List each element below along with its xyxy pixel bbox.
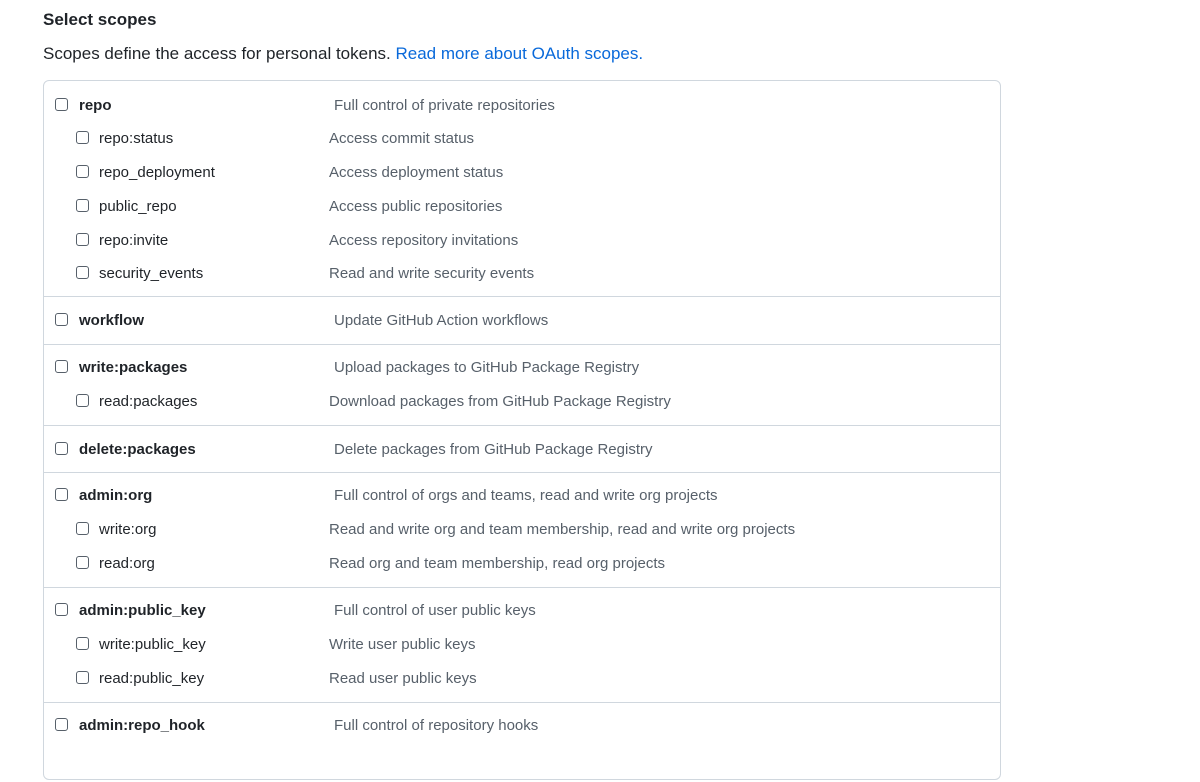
scope-row[interactable]: workflow Update GitHub Action workflows: [44, 312, 1000, 332]
scope-description: Delete packages from GitHub Package Regi…: [334, 441, 653, 458]
subscope-row[interactable]: repo_deployment Access deployment status: [44, 164, 1000, 184]
subscope-checkbox[interactable]: [76, 233, 89, 246]
scope-description: Full control of private repositories: [334, 97, 555, 114]
scope-row[interactable]: repo Full control of private repositorie…: [44, 97, 1000, 117]
scope-group-workflow: workflow Update GitHub Action workflows: [44, 296, 1000, 345]
subscope-name: repo:invite: [99, 232, 169, 249]
scope-row[interactable]: admin:public_key Full control of user pu…: [44, 602, 1000, 622]
subscope-description: Access commit status: [329, 130, 475, 147]
subscope-checkbox[interactable]: [76, 637, 89, 650]
scope-description: Full control of repository hooks: [334, 717, 539, 734]
subscope-row[interactable]: security_events Read and write security …: [44, 265, 1000, 285]
scope-description: Update GitHub Action workflows: [334, 312, 549, 329]
scope-checkbox[interactable]: [55, 488, 68, 501]
subscope-name: security_events: [99, 265, 204, 282]
subscope-row[interactable]: public_repo Access public repositories: [44, 198, 1000, 218]
scope-name: admin:org: [79, 487, 153, 504]
subscope-description: Access repository invitations: [329, 232, 519, 249]
scopes-description: Scopes define the access for personal to…: [43, 44, 643, 64]
scope-group-admin-org: admin:org Full control of orgs and teams…: [44, 472, 1000, 588]
subscope-row[interactable]: read:packages Download packages from Git…: [44, 393, 1000, 413]
subscope-name: repo_deployment: [99, 164, 215, 181]
subscope-name: write:public_key: [99, 636, 206, 653]
scope-checkbox[interactable]: [55, 313, 68, 326]
subscope-description: Write user public keys: [329, 636, 476, 653]
subscope-description: Read and write org and team membership, …: [329, 521, 796, 538]
scope-checkbox[interactable]: [55, 603, 68, 616]
subscope-row[interactable]: write:org Read and write org and team me…: [44, 521, 1000, 541]
subscope-checkbox[interactable]: [76, 671, 89, 684]
subscope-name: repo:status: [99, 130, 174, 147]
subscope-checkbox[interactable]: [76, 199, 89, 212]
subscope-name: read:packages: [99, 393, 198, 410]
oauth-scopes-link[interactable]: Read more about OAuth scopes.: [396, 44, 644, 63]
subscope-name: read:public_key: [99, 670, 205, 687]
scope-group-delete-packages: delete:packages Delete packages from Git…: [44, 425, 1000, 473]
scope-name: workflow: [79, 312, 145, 329]
scope-group-admin-public-key: admin:public_key Full control of user pu…: [44, 587, 1000, 703]
scopes-list: repo Full control of private repositorie…: [43, 80, 1001, 780]
scope-description: Upload packages to GitHub Package Regist…: [334, 359, 640, 376]
subscope-description: Read and write security events: [329, 265, 535, 282]
scope-name: repo: [79, 97, 112, 114]
scope-name: admin:public_key: [79, 602, 206, 619]
subscope-checkbox[interactable]: [76, 556, 89, 569]
subscope-description: Download packages from GitHub Package Re…: [329, 393, 671, 410]
scope-checkbox[interactable]: [55, 98, 68, 111]
subscope-checkbox[interactable]: [76, 131, 89, 144]
scope-description: Full control of orgs and teams, read and…: [334, 487, 718, 504]
scope-row[interactable]: admin:org Full control of orgs and teams…: [44, 487, 1000, 507]
subscope-name: read:org: [99, 555, 155, 572]
scope-name: write:packages: [79, 359, 188, 376]
scope-row[interactable]: delete:packages Delete packages from Git…: [44, 441, 1000, 461]
subscope-row[interactable]: read:public_key Read user public keys: [44, 670, 1000, 690]
subscope-name: write:org: [99, 521, 157, 538]
subscope-checkbox[interactable]: [76, 266, 89, 279]
subscope-description: Access public repositories: [329, 198, 503, 215]
subscope-row[interactable]: read:org Read org and team membership, r…: [44, 555, 1000, 575]
scope-row[interactable]: admin:repo_hook Full control of reposito…: [44, 717, 1000, 737]
scope-group-repo: repo Full control of private repositorie…: [44, 81, 1000, 296]
subscope-description: Read user public keys: [329, 670, 477, 687]
subscope-row[interactable]: repo:status Access commit status: [44, 130, 1000, 150]
scope-description: Full control of user public keys: [334, 602, 536, 619]
subscope-row[interactable]: repo:invite Access repository invitation…: [44, 232, 1000, 252]
scope-group-write-packages: write:packages Upload packages to GitHub…: [44, 344, 1000, 426]
scope-checkbox[interactable]: [55, 360, 68, 373]
section-title: Select scopes: [43, 10, 157, 29]
subscope-name: public_repo: [99, 198, 177, 215]
scope-checkbox[interactable]: [55, 442, 68, 455]
subscope-checkbox[interactable]: [76, 165, 89, 178]
subscope-checkbox[interactable]: [76, 394, 89, 407]
scope-name: admin:repo_hook: [79, 717, 205, 734]
description-text: Scopes define the access for personal to…: [43, 44, 391, 63]
subscope-description: Access deployment status: [329, 164, 504, 181]
subscope-row[interactable]: write:public_key Write user public keys: [44, 636, 1000, 656]
scope-group-admin-repo-hook: admin:repo_hook Full control of reposito…: [44, 702, 1000, 782]
scope-row[interactable]: write:packages Upload packages to GitHub…: [44, 359, 1000, 379]
subscope-description: Read org and team membership, read org p…: [329, 555, 666, 572]
scope-name: delete:packages: [79, 441, 196, 458]
subscope-checkbox[interactable]: [76, 522, 89, 535]
scope-checkbox[interactable]: [55, 718, 68, 731]
